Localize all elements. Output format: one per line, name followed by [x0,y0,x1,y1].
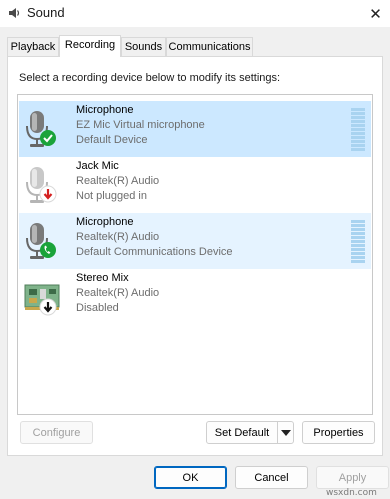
tab-sounds[interactable]: Sounds [121,37,166,56]
configure-button[interactable]: Configure [20,421,93,444]
cancel-button[interactable]: Cancel [235,466,308,489]
device-item-ez-mic[interactable]: Microphone EZ Mic Virtual microphone Def… [19,101,371,157]
device-status: Disabled [76,302,119,314]
device-status: Not plugged in [76,190,147,202]
ok-button[interactable]: OK [154,466,227,489]
speaker-icon [9,8,20,18]
device-item-jack-mic[interactable]: Jack Mic Realtek(R) Audio Not plugged in [19,157,371,213]
instruction-text: Select a recording device below to modif… [19,72,281,84]
apply-button[interactable]: Apply [316,466,389,489]
set-default-button[interactable]: Set Default [206,421,278,444]
window-title: Sound [27,5,65,20]
green-check-badge-icon [40,130,56,146]
properties-button[interactable]: Properties [302,421,375,444]
device-name: Microphone [76,104,134,116]
chevron-down-icon [280,429,291,436]
device-description: Realtek(R) Audio [76,287,160,299]
device-description: EZ Mic Virtual microphone [76,119,205,131]
device-description: Realtek(R) Audio [76,231,160,243]
device-name: Jack Mic [76,160,119,172]
microphone-icon [26,167,57,203]
title-bar: Sound ✕ [0,0,390,27]
device-description: Realtek(R) Audio [76,175,160,187]
recording-panel: Select a recording device below to modif… [7,56,383,456]
tab-communications[interactable]: Communications [166,37,253,56]
tab-recording[interactable]: Recording [59,35,121,57]
device-status: Default Device [76,134,148,146]
set-default-dropdown-button[interactable] [277,421,294,444]
level-meter [351,220,365,263]
tab-playback[interactable]: Playback [7,37,59,56]
device-status: Default Communications Device [76,246,233,258]
microphone-icon [26,111,56,147]
device-item-realtek-mic[interactable]: Microphone Realtek(R) Audio Default Comm… [19,213,371,269]
level-meter [351,108,365,151]
device-name: Stereo Mix [76,272,129,284]
microphone-icon [26,223,56,259]
device-list[interactable]: Microphone EZ Mic Virtual microphone Def… [17,94,373,415]
device-item-stereo-mix[interactable]: Stereo Mix Realtek(R) Audio Disabled [19,269,371,325]
close-button[interactable]: ✕ [361,0,390,27]
green-phone-badge-icon [40,242,56,258]
watermark: wsxdn.com [326,488,377,498]
device-name: Microphone [76,216,134,228]
close-icon: ✕ [369,5,382,23]
circuit-board-icon [24,284,60,316]
